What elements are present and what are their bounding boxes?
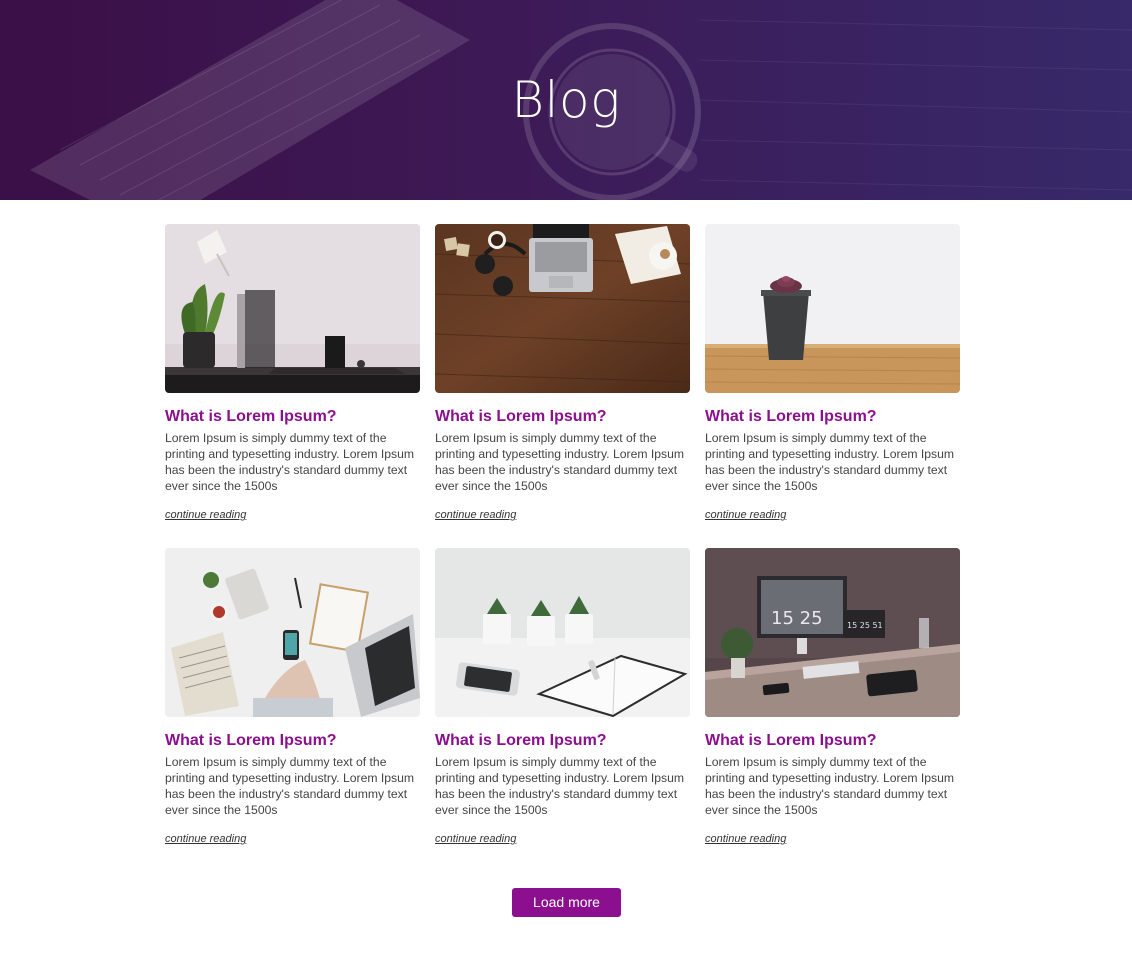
continue-reading-link[interactable]: continue reading bbox=[165, 508, 246, 522]
post-image-wooden-desk[interactable] bbox=[435, 224, 690, 393]
post-image-white-desk-plants[interactable] bbox=[435, 548, 690, 717]
continue-reading-link[interactable]: continue reading bbox=[165, 832, 246, 846]
post-image-desk-lamp[interactable] bbox=[165, 224, 420, 393]
small-monitor-clock-text: 15 25 51 bbox=[847, 621, 883, 630]
hero-banner: Blog bbox=[0, 0, 1132, 200]
monitor-clock-text: 15 25 bbox=[771, 608, 823, 629]
page-title: Blog bbox=[511, 71, 621, 129]
blog-card: What is Lorem Ipsum? Lorem Ipsum is simp… bbox=[435, 548, 690, 845]
post-title[interactable]: What is Lorem Ipsum? bbox=[435, 731, 690, 751]
post-excerpt: Lorem Ipsum is simply dummy text of the … bbox=[705, 431, 955, 493]
post-title[interactable]: What is Lorem Ipsum? bbox=[435, 407, 690, 427]
post-image-workspace-monitors[interactable]: 15 25 15 25 51 bbox=[705, 548, 960, 717]
post-title[interactable]: What is Lorem Ipsum? bbox=[705, 731, 960, 751]
blog-card: What is Lorem Ipsum? Lorem Ipsum is simp… bbox=[165, 548, 420, 845]
post-excerpt: Lorem Ipsum is simply dummy text of the … bbox=[435, 755, 685, 817]
blog-card: What is Lorem Ipsum? Lorem Ipsum is simp… bbox=[165, 224, 420, 521]
post-title[interactable]: What is Lorem Ipsum? bbox=[165, 731, 420, 751]
continue-reading-link[interactable]: continue reading bbox=[435, 508, 516, 522]
blog-card: What is Lorem Ipsum? Lorem Ipsum is simp… bbox=[435, 224, 690, 521]
post-excerpt: Lorem Ipsum is simply dummy text of the … bbox=[435, 431, 685, 493]
post-image-succulent[interactable] bbox=[705, 224, 960, 393]
continue-reading-link[interactable]: continue reading bbox=[705, 832, 786, 846]
blog-card: What is Lorem Ipsum? Lorem Ipsum is simp… bbox=[705, 224, 960, 521]
post-excerpt: Lorem Ipsum is simply dummy text of the … bbox=[165, 755, 415, 817]
post-title[interactable]: What is Lorem Ipsum? bbox=[165, 407, 420, 427]
post-excerpt: Lorem Ipsum is simply dummy text of the … bbox=[165, 431, 415, 493]
load-more-button[interactable]: Load more bbox=[512, 888, 621, 917]
blog-post-grid: What is Lorem Ipsum? Lorem Ipsum is simp… bbox=[165, 224, 961, 845]
blog-card: 15 25 15 25 51 What is Lorem Ipsum? Lore… bbox=[705, 548, 960, 845]
post-image-flatlay-business[interactable] bbox=[165, 548, 420, 717]
continue-reading-link[interactable]: continue reading bbox=[435, 832, 516, 846]
continue-reading-link[interactable]: continue reading bbox=[705, 508, 786, 522]
post-title[interactable]: What is Lorem Ipsum? bbox=[705, 407, 960, 427]
post-excerpt: Lorem Ipsum is simply dummy text of the … bbox=[705, 755, 955, 817]
